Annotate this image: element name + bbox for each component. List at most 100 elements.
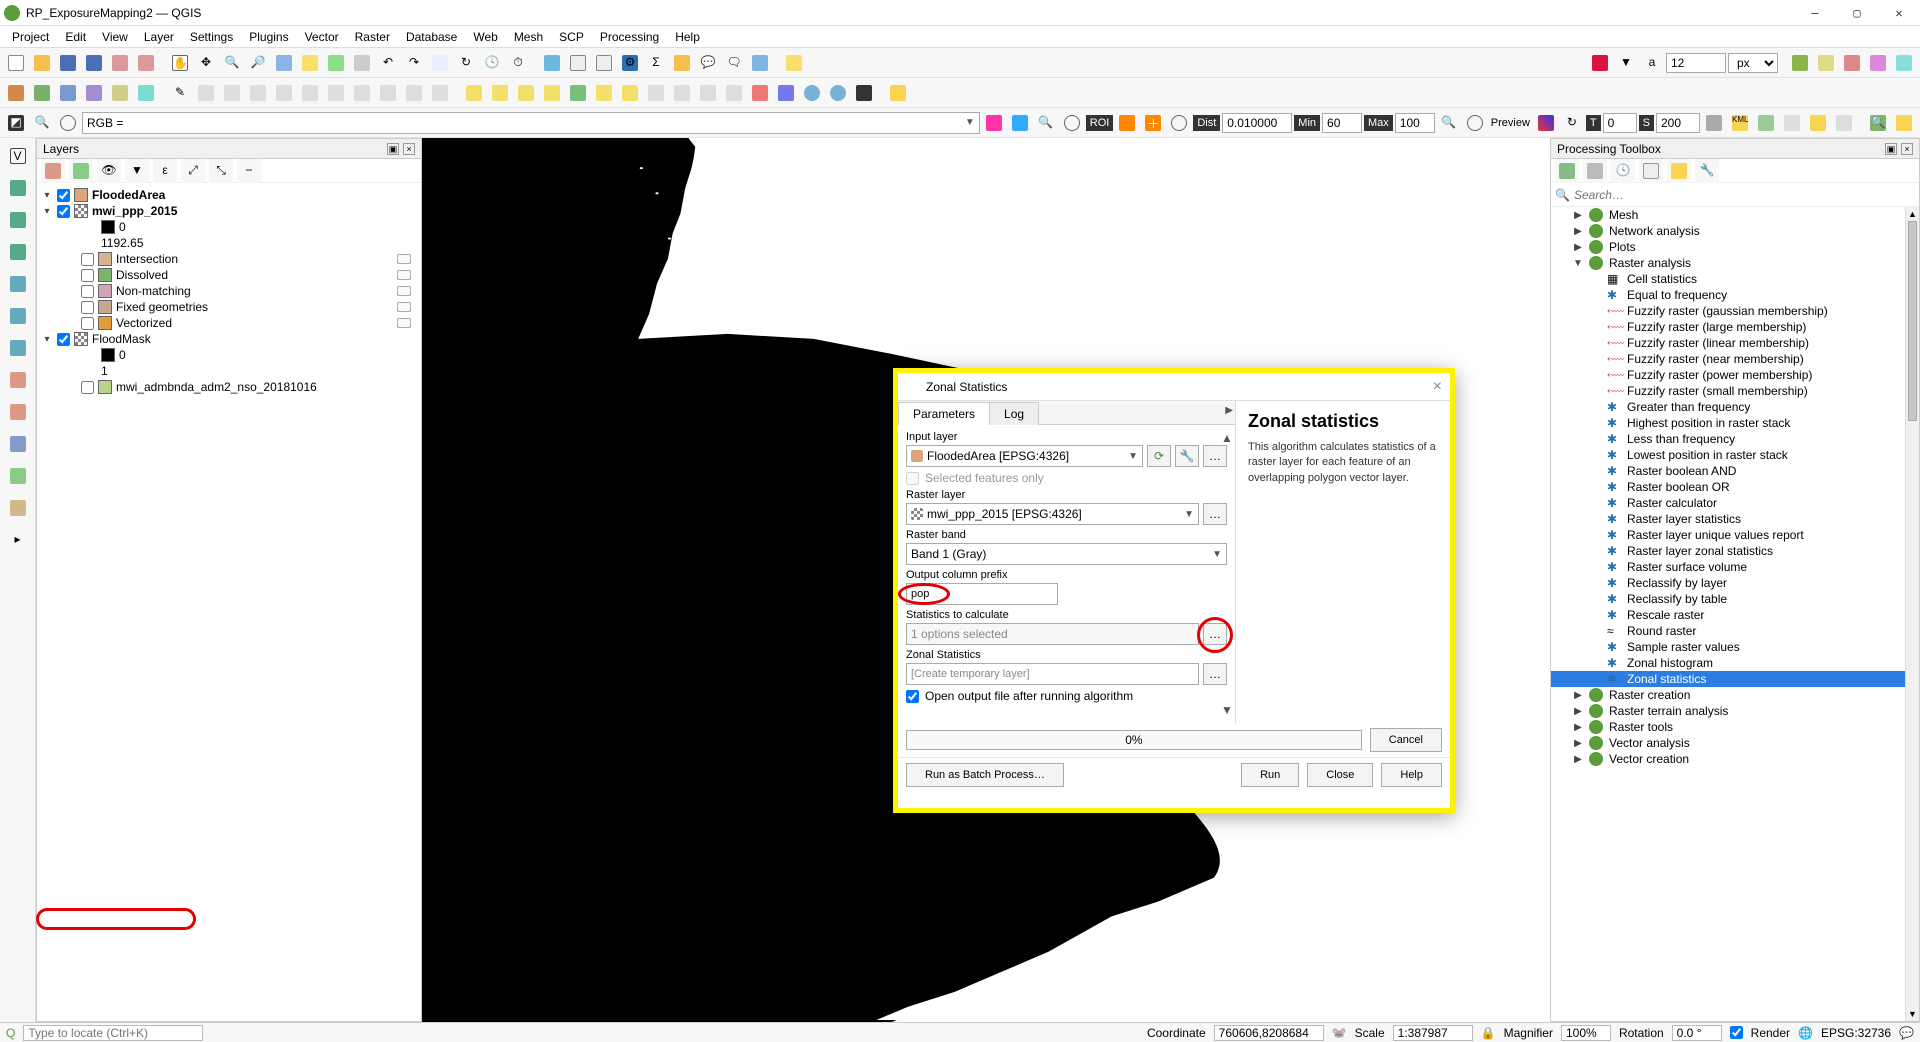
toolbox-item[interactable]: ▶Raster tools	[1551, 719, 1919, 735]
layers-tree[interactable]: ▾FloodedArea▾mwi_ppp_201501192.65Interse…	[37, 183, 421, 1021]
globe1-button[interactable]	[800, 81, 824, 105]
scroll-up-icon[interactable]: ▲	[1221, 431, 1233, 445]
toolbox-item[interactable]: ✱Raster boolean AND	[1551, 463, 1919, 479]
toolbox-item[interactable]: ✱Sample raster values	[1551, 639, 1919, 655]
raster-layer-select[interactable]: mwi_ppp_2015 [EPSG:4326]▼	[906, 503, 1199, 525]
buffer-tool-icon[interactable]	[4, 366, 32, 394]
params-scrollbar[interactable]: ▲ ▼	[1221, 431, 1233, 717]
expr-filter-icon[interactable]: ε	[153, 159, 177, 183]
layer-visibility-cb[interactable]	[81, 253, 94, 266]
label5-button[interactable]	[566, 81, 590, 105]
expand-icon[interactable]: ▶	[1573, 690, 1583, 701]
expand-icon[interactable]: ▶	[1573, 738, 1583, 749]
expand-icon[interactable]: ▶	[1573, 722, 1583, 733]
unit-select[interactable]: px	[1728, 53, 1778, 73]
tb-results-icon[interactable]	[1639, 159, 1663, 183]
toolbox-item[interactable]: ✱Greater than frequency	[1551, 399, 1919, 415]
toolbox-item[interactable]: ⬳Fuzzify raster (gaussian membership)	[1551, 303, 1919, 319]
layer-item[interactable]: ▾FloodMask	[41, 331, 417, 347]
menu-processing[interactable]: Processing	[592, 28, 667, 46]
paste-features-button[interactable]	[376, 81, 400, 105]
scp-dist-input[interactable]	[1222, 113, 1292, 133]
menu-vector[interactable]: Vector	[297, 28, 347, 46]
scp-preview-btn2[interactable]: ↻	[1560, 111, 1584, 135]
toolbox-item[interactable]: ✱Lowest position in raster stack	[1551, 447, 1919, 463]
toolbox-item[interactable]: ✱Reclassify by table	[1551, 591, 1919, 607]
close-dialog-button[interactable]: Close	[1307, 763, 1373, 787]
print-layout-button[interactable]	[108, 51, 132, 75]
toggle-edit-button[interactable]: ✎	[168, 81, 192, 105]
crs-icon[interactable]: 🌐	[1798, 1026, 1813, 1040]
toolbox-item[interactable]: ✱Raster layer unique values report	[1551, 527, 1919, 543]
clip-tool-icon[interactable]	[4, 398, 32, 426]
scp-zoom2[interactable]: 🔍	[1034, 111, 1058, 135]
layer-visibility-cb[interactable]	[81, 285, 94, 298]
layout-manager-button[interactable]	[134, 51, 158, 75]
rot-input[interactable]	[1672, 1025, 1722, 1041]
filter-icon[interactable]: ▼	[125, 159, 149, 183]
scp-radio3[interactable]	[1167, 111, 1191, 135]
extents-icon[interactable]: 🐭	[1332, 1026, 1347, 1040]
osm-button[interactable]	[852, 81, 876, 105]
menu-help[interactable]: Help	[667, 28, 708, 46]
menu-settings[interactable]: Settings	[182, 28, 241, 46]
show-bookmarks-button[interactable]	[748, 51, 772, 75]
toolbox-item[interactable]: ▶Plots	[1551, 239, 1919, 255]
new-spatialite-button[interactable]	[82, 81, 106, 105]
tab-log[interactable]: Log	[989, 402, 1039, 425]
expand-tool-icon[interactable]: ▸	[4, 526, 32, 554]
scp-extra4[interactable]	[1832, 111, 1856, 135]
layer-item[interactable]: 1	[41, 363, 417, 379]
label6-button[interactable]	[592, 81, 616, 105]
scp-max-input[interactable]	[1395, 113, 1435, 133]
coord-input[interactable]	[1214, 1025, 1324, 1041]
edit-tool-icon[interactable]	[4, 270, 32, 298]
render-cb[interactable]	[1730, 1026, 1743, 1039]
raster-band-select[interactable]: Band 1 (Gray)▼	[906, 543, 1227, 565]
toolbox-item[interactable]: ▶Raster creation	[1551, 687, 1919, 703]
vertex-tool-button[interactable]	[272, 81, 296, 105]
toolbox-item[interactable]: ▶Vector creation	[1551, 751, 1919, 767]
output-prefix-input[interactable]	[906, 583, 1058, 605]
save-as-button[interactable]	[82, 51, 106, 75]
layer-visibility-cb[interactable]	[81, 381, 94, 394]
toolbox-item[interactable]: ✱Highest position in raster stack	[1551, 415, 1919, 431]
scp-search-button[interactable]: 🔍	[1866, 111, 1890, 135]
digitize-extra5[interactable]	[1892, 51, 1916, 75]
scp-extra1[interactable]	[1754, 111, 1778, 135]
toolbox-item[interactable]: ⬳Fuzzify raster (near membership)	[1551, 351, 1919, 367]
scp-roi-btn1[interactable]	[1115, 111, 1139, 135]
zoom-out-button[interactable]: 🔎	[246, 51, 270, 75]
tb-options-icon[interactable]: 🔧	[1695, 159, 1719, 183]
layer-visibility-cb[interactable]	[57, 333, 70, 346]
split-tool-icon[interactable]	[4, 302, 32, 330]
delete-selected-button[interactable]	[298, 81, 322, 105]
cancel-button[interactable]: Cancel	[1370, 728, 1442, 752]
layer-item[interactable]: mwi_admbnda_adm2_nso_20181016	[41, 379, 417, 395]
label9-button[interactable]	[670, 81, 694, 105]
menu-database[interactable]: Database	[398, 28, 465, 46]
label10-button[interactable]	[696, 81, 720, 105]
zoom-next-button[interactable]: ↷	[402, 51, 426, 75]
dialog-close-icon[interactable]: ×	[1433, 378, 1442, 396]
dialog-titlebar[interactable]: Zonal Statistics ×	[898, 373, 1450, 401]
plugin-manager-button[interactable]	[1588, 51, 1612, 75]
label8-button[interactable]	[644, 81, 668, 105]
menu-mesh[interactable]: Mesh	[506, 28, 551, 46]
add-feature-button[interactable]	[220, 81, 244, 105]
digitize-extra4[interactable]	[1866, 51, 1890, 75]
scp-min-input[interactable]	[1322, 113, 1362, 133]
text-annotation-button[interactable]: 🗨	[722, 51, 746, 75]
field-calc-button[interactable]	[592, 51, 616, 75]
db-tool-icon[interactable]	[4, 430, 32, 458]
locator-input[interactable]	[23, 1025, 203, 1041]
font-button[interactable]: a	[1640, 51, 1664, 75]
font-size-input[interactable]	[1666, 53, 1726, 73]
open-after-cb[interactable]	[906, 690, 919, 703]
toolbox-scrollbar[interactable]: ▲▼	[1905, 207, 1919, 1021]
layer-item[interactable]: ▾FloodedArea	[41, 187, 417, 203]
toolbox-item[interactable]: ▶Raster terrain analysis	[1551, 703, 1919, 719]
zoom-last-button[interactable]: ↶	[376, 51, 400, 75]
toolbox-item[interactable]: ▼Raster analysis	[1551, 255, 1919, 271]
toolbox-item[interactable]: ⬳Fuzzify raster (small membership)	[1551, 383, 1919, 399]
